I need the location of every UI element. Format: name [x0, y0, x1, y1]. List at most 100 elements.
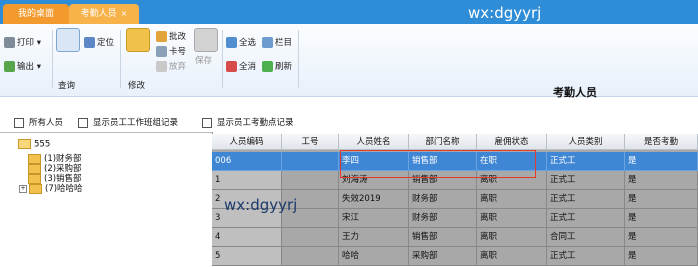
- tab-bar: 我的桌面 考勤人员 × wx:dgyyrj: [0, 0, 698, 24]
- page-title: 考勤人员: [553, 86, 597, 99]
- select-all-button[interactable]: 全选: [226, 36, 256, 48]
- search-icon: [56, 28, 80, 52]
- columns-icon: [262, 37, 273, 48]
- show-points-label: 显示员工考勤点记录: [217, 118, 294, 128]
- divider: [298, 30, 299, 88]
- column-header[interactable]: 人员编码: [212, 134, 282, 150]
- cell-category: 正式工: [547, 209, 625, 228]
- cell-name: 哈哈: [339, 247, 409, 266]
- card-icon: [156, 46, 167, 57]
- watermark: wx:dgyyrj: [224, 196, 298, 214]
- cell-category: 正式工: [547, 247, 625, 266]
- refresh-icon: [262, 61, 273, 72]
- save-label: 保存: [195, 56, 213, 66]
- checkbox-icon: [78, 117, 88, 128]
- print-button[interactable]: 打印 ▾: [4, 36, 41, 48]
- locate-label: 定位: [97, 38, 115, 48]
- batch-modify-button[interactable]: 批改: [156, 30, 186, 42]
- card-number-label: 卡号: [169, 47, 187, 57]
- cell-job-no: [282, 247, 339, 266]
- column-header[interactable]: 工号: [282, 134, 339, 150]
- cell-employment-status: 离职: [477, 228, 547, 247]
- tab-label: 考勤人员: [80, 9, 117, 19]
- batch-edit-icon: [156, 31, 167, 42]
- cell-attendance: 是: [625, 228, 698, 247]
- export-label: 输出: [17, 62, 35, 72]
- show-points-checkbox[interactable]: 显示员工考勤点记录: [202, 116, 294, 128]
- locate-button[interactable]: 定位: [84, 36, 114, 48]
- discard-button[interactable]: 放弃: [156, 60, 186, 72]
- tree-item-label: (7)哈哈哈: [45, 184, 83, 194]
- close-icon[interactable]: ×: [121, 9, 128, 18]
- cell-code: 5: [212, 247, 282, 266]
- clear-all-icon: [226, 61, 237, 72]
- clear-all-label: 全消: [239, 62, 257, 72]
- save-button[interactable]: [194, 28, 218, 54]
- printer-icon: [4, 37, 15, 48]
- table-row[interactable]: 4 王力 销售部 离职 合同工 是: [212, 228, 698, 247]
- save-icon: [194, 28, 218, 52]
- cell-code: 006: [212, 152, 282, 171]
- select-all-label: 全选: [239, 38, 257, 48]
- tree-root-label: 555: [34, 139, 51, 150]
- highlight-box: [340, 150, 536, 178]
- cell-category: 合同工: [547, 228, 625, 247]
- column-header[interactable]: 雇佣状态: [477, 134, 547, 150]
- cell-department: 销售部: [409, 228, 477, 247]
- cell-department: 采购部: [409, 247, 477, 266]
- chevron-down-icon: ▾: [36, 62, 41, 72]
- pencil-icon: [126, 28, 150, 52]
- export-icon: [4, 61, 15, 72]
- cell-code: 4: [212, 228, 282, 247]
- columns-label: 栏目: [275, 38, 293, 48]
- discard-label: 放弃: [169, 62, 187, 72]
- column-header[interactable]: 人员姓名: [339, 134, 409, 150]
- table-row[interactable]: 5 哈哈 采购部 离职 正式工 是: [212, 247, 698, 266]
- columns-button[interactable]: 栏目: [262, 36, 292, 48]
- query-label: 查询: [58, 81, 76, 91]
- refresh-button[interactable]: 刷新: [262, 60, 292, 72]
- modify-button[interactable]: [126, 28, 150, 54]
- cell-attendance: 是: [625, 247, 698, 266]
- chevron-down-icon: ▾: [36, 38, 41, 48]
- cell-category: 正式工: [547, 190, 625, 209]
- tab-my-desktop[interactable]: 我的桌面: [3, 4, 69, 24]
- query-button[interactable]: [56, 28, 80, 54]
- cell-attendance: 是: [625, 190, 698, 209]
- cell-employment-status: 离职: [477, 247, 547, 266]
- show-shift-checkbox[interactable]: 显示员工工作班组记录: [78, 116, 178, 128]
- divider: [120, 30, 121, 88]
- all-staff-label: 所有人员: [29, 118, 64, 128]
- column-header[interactable]: 是否考勤: [625, 134, 698, 150]
- all-staff-checkbox[interactable]: 所有人员: [14, 116, 63, 128]
- checkbox-icon: [202, 117, 212, 128]
- cell-attendance: 是: [625, 152, 698, 171]
- folder-open-icon: [18, 139, 31, 149]
- cell-name: 宋江: [339, 209, 409, 228]
- cell-job-no: [282, 171, 339, 190]
- expand-plus-icon[interactable]: +: [19, 184, 27, 193]
- column-header[interactable]: 部门名称: [409, 134, 477, 150]
- show-shift-label: 显示员工工作班组记录: [93, 118, 179, 128]
- cell-department: 财务部: [409, 209, 477, 228]
- cell-attendance: 是: [625, 209, 698, 228]
- divider: [52, 30, 53, 88]
- tree-root[interactable]: 555: [18, 139, 50, 150]
- export-button[interactable]: 输出 ▾: [4, 60, 41, 72]
- watermark: wx:dgyyrj: [468, 4, 542, 22]
- card-number-button[interactable]: 卡号: [156, 45, 186, 57]
- batch-modify-label: 批改: [169, 32, 187, 42]
- cell-attendance: 是: [625, 171, 698, 190]
- discard-icon: [156, 61, 167, 72]
- tree-item-hahaha[interactable]: + (7)哈哈哈: [19, 182, 83, 194]
- locate-icon: [84, 37, 95, 48]
- tab-attendance-staff[interactable]: 考勤人员 ×: [69, 4, 139, 24]
- cell-name: 失效2019: [339, 190, 409, 209]
- cell-job-no: [282, 152, 339, 171]
- clear-all-button[interactable]: 全消: [226, 60, 256, 72]
- divider: [222, 30, 223, 88]
- checkbox-icon: [14, 117, 24, 128]
- column-header[interactable]: 人员类别: [547, 134, 625, 150]
- department-tree: 555 (1)财务部 (2)采购部 (3)销售部 + (7)哈哈哈: [0, 132, 212, 267]
- cell-category: 正式工: [547, 152, 625, 171]
